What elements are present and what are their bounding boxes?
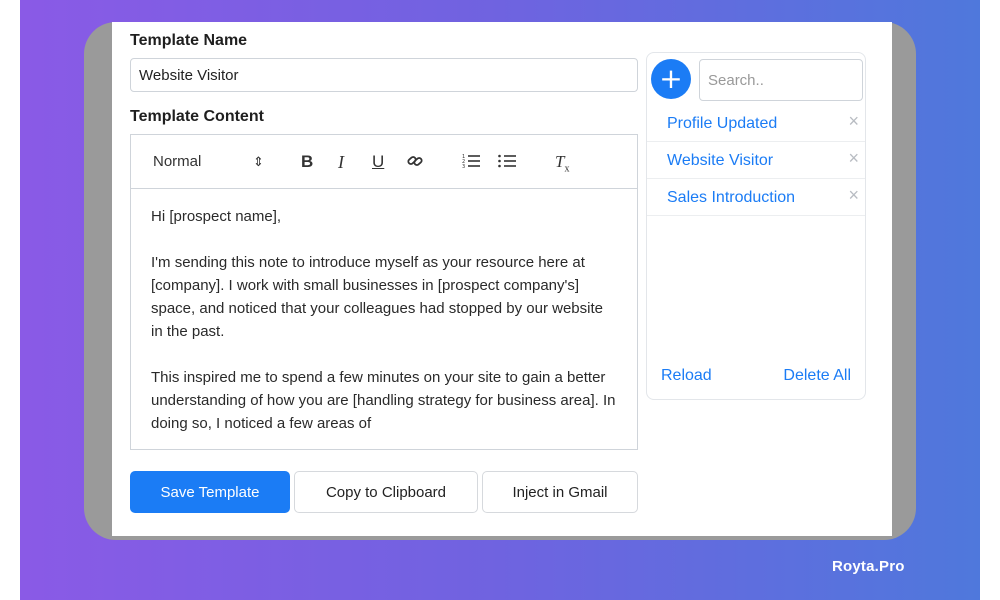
close-icon[interactable]: × xyxy=(848,111,859,132)
template-link[interactable]: Profile Updated xyxy=(667,115,777,133)
template-content-label: Template Content xyxy=(130,108,264,125)
paragraph: This inspired me to spend a few minutes … xyxy=(151,369,616,432)
template-editor-window: Template Name Template Content Normal ⇕ … xyxy=(112,22,892,536)
italic-button[interactable]: I xyxy=(338,152,344,172)
rich-text-editor: Normal ⇕ B I U 123 Tx Hi [prospect name]… xyxy=(130,134,638,450)
text-style-select[interactable]: Normal xyxy=(153,152,201,172)
editor-toolbar: Normal ⇕ B I U 123 Tx xyxy=(131,135,637,189)
paragraph: I'm sending this note to introduce mysel… xyxy=(151,254,603,340)
svg-text:3: 3 xyxy=(462,164,465,170)
editor-content[interactable]: Hi [prospect name], I'm sending this not… xyxy=(131,189,637,435)
template-list: Profile Updated × Website Visitor × Sale… xyxy=(647,105,865,216)
inject-in-gmail-button[interactable]: Inject in Gmail xyxy=(482,471,638,513)
template-name-label: Template Name xyxy=(130,32,248,49)
list-item[interactable]: Website Visitor × xyxy=(647,142,865,179)
delete-all-link[interactable]: Delete All xyxy=(783,367,851,385)
watermark: Royta.Pro xyxy=(832,558,905,575)
reload-link[interactable]: Reload xyxy=(661,367,712,385)
template-list-panel: + Profile Updated × Website Visitor × Sa… xyxy=(646,52,866,400)
close-icon[interactable]: × xyxy=(848,148,859,169)
bold-button[interactable]: B xyxy=(301,152,313,172)
list-item[interactable]: Sales Introduction × xyxy=(647,179,865,216)
close-icon[interactable]: × xyxy=(848,185,859,206)
template-name-input[interactable] xyxy=(130,58,638,92)
copy-to-clipboard-button[interactable]: Copy to Clipboard xyxy=(294,471,478,513)
template-link[interactable]: Website Visitor xyxy=(667,152,773,170)
template-link[interactable]: Sales Introduction xyxy=(667,189,795,207)
save-template-button[interactable]: Save Template xyxy=(130,471,290,513)
paragraph: Hi [prospect name], xyxy=(151,208,282,225)
bullet-list-icon[interactable] xyxy=(497,152,517,176)
underline-button[interactable]: U xyxy=(372,152,384,172)
clear-formatting-icon[interactable]: Tx xyxy=(555,152,569,179)
ordered-list-icon[interactable]: 123 xyxy=(461,152,481,176)
select-caret-icon[interactable]: ⇕ xyxy=(253,152,264,172)
add-template-button[interactable]: + xyxy=(651,59,691,99)
search-input[interactable] xyxy=(699,59,863,101)
list-item[interactable]: Profile Updated × xyxy=(647,105,865,142)
link-icon[interactable] xyxy=(406,152,424,176)
